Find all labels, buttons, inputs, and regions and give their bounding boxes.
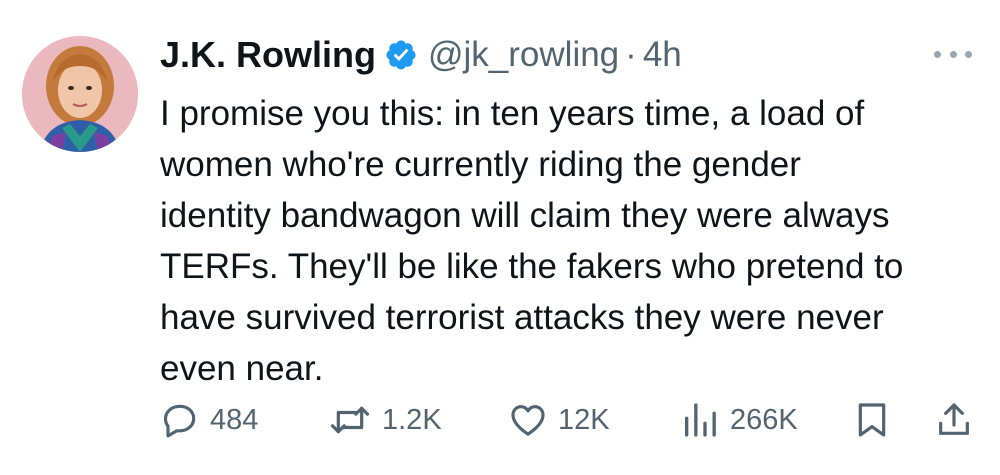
more-dot xyxy=(934,50,941,58)
repost-count: 1.2K xyxy=(382,403,442,436)
author-handle[interactable]: @jk_rowling xyxy=(428,35,619,75)
timestamp[interactable]: 4h xyxy=(643,35,682,75)
avatar[interactable] xyxy=(22,36,138,152)
more-dot xyxy=(965,50,972,58)
author-name[interactable]: J.K. Rowling xyxy=(160,34,376,76)
separator-dot: · xyxy=(625,35,637,74)
tweet-actions: 484 1.2K 12K 266K xyxy=(160,398,980,442)
share-button[interactable] xyxy=(934,398,974,442)
repost-button[interactable]: 1.2K xyxy=(328,398,442,442)
tweet-text-line: identity bandwagon will claim they were … xyxy=(160,196,890,235)
tweet-header: J.K. Rowling @jk_rowling · 4h xyxy=(160,34,682,76)
views-count: 266K xyxy=(730,403,798,436)
share-icon xyxy=(939,403,969,435)
verified-badge-icon xyxy=(384,38,418,72)
bookmark-button[interactable] xyxy=(852,398,892,442)
views-button[interactable]: 266K xyxy=(680,398,798,442)
tweet-text: I promise you this: in ten years time, a… xyxy=(160,88,980,394)
like-icon xyxy=(511,405,545,436)
like-button[interactable]: 12K xyxy=(508,398,610,442)
avatar-image xyxy=(22,36,138,152)
reply-icon xyxy=(163,404,196,438)
repost-icon xyxy=(330,406,370,434)
like-count: 12K xyxy=(558,403,610,436)
tweet-text-line: I promise you this: in ten years time, a… xyxy=(160,94,865,133)
more-dot xyxy=(949,50,957,58)
bookmark-icon xyxy=(858,403,886,437)
reply-count: 484 xyxy=(210,403,259,436)
reply-button[interactable]: 484 xyxy=(160,398,258,442)
more-options-icon[interactable] xyxy=(934,44,972,64)
views-icon xyxy=(685,403,716,437)
tweet-text-line: even near. xyxy=(160,349,324,388)
tweet-text-line: women who're currently riding the gender xyxy=(160,145,801,184)
tweet-text-line: TERFs. They'll be like the fakers who pr… xyxy=(160,247,904,286)
tweet-text-line: have survived terrorist attacks they wer… xyxy=(160,298,884,337)
